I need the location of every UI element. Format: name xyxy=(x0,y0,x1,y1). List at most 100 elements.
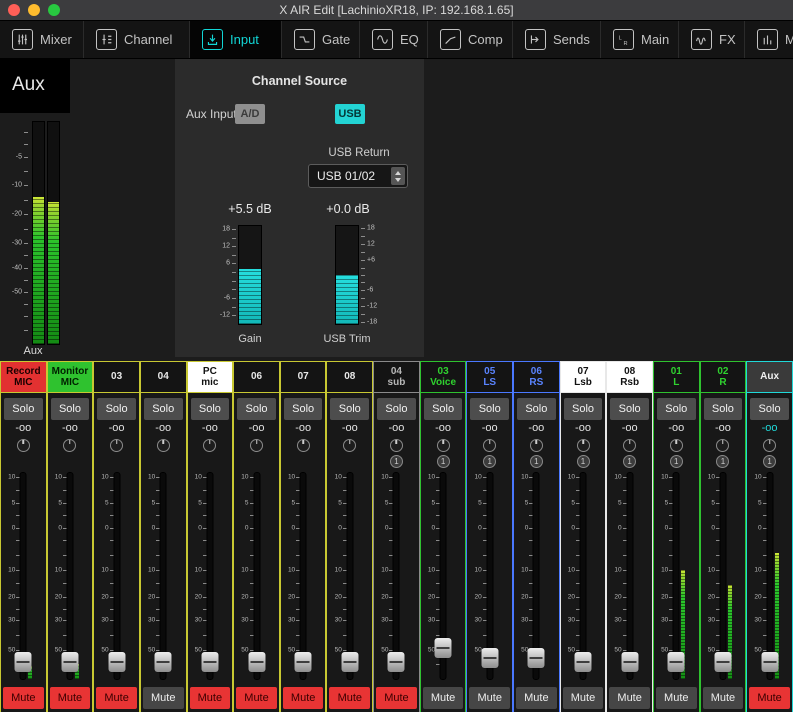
pan-knob[interactable] xyxy=(63,439,76,452)
fader-handle[interactable] xyxy=(201,652,218,672)
tab-comp[interactable]: Comp xyxy=(428,21,513,58)
usb-trim-meter[interactable] xyxy=(335,225,359,325)
fader-track[interactable] xyxy=(67,473,72,679)
solo-button[interactable]: Solo xyxy=(97,398,136,420)
channel-label[interactable]: 04sub xyxy=(374,362,419,393)
pan-knob[interactable] xyxy=(437,439,450,452)
channel-label[interactable]: RecordMIC xyxy=(1,362,46,393)
tab-mixer[interactable]: Mixer xyxy=(0,21,84,58)
mute-button[interactable]: Mute xyxy=(190,687,231,709)
mute-button[interactable]: Mute xyxy=(236,687,277,709)
usb-source-button[interactable]: USB xyxy=(335,104,365,124)
mute-button[interactable]: Mute xyxy=(563,687,604,709)
solo-button[interactable]: Solo xyxy=(564,398,603,420)
pan-knob[interactable] xyxy=(483,439,496,452)
mute-button[interactable]: Mute xyxy=(516,687,557,709)
fader-handle[interactable] xyxy=(761,652,778,672)
fader-handle[interactable] xyxy=(528,648,545,668)
solo-button[interactable]: Solo xyxy=(517,398,556,420)
pan-knob[interactable] xyxy=(297,439,310,452)
tab-sends[interactable]: Sends xyxy=(513,21,601,58)
fader-track[interactable] xyxy=(21,473,26,679)
fader-handle[interactable] xyxy=(15,652,32,672)
channel-label[interactable]: 01L xyxy=(654,362,699,393)
channel-label[interactable]: 05LS xyxy=(467,362,512,393)
solo-button[interactable]: Solo xyxy=(610,398,649,420)
fader-handle[interactable] xyxy=(155,652,172,672)
solo-button[interactable]: Solo xyxy=(424,398,463,420)
fader-track[interactable] xyxy=(347,473,352,679)
solo-button[interactable]: Solo xyxy=(470,398,509,420)
pan-knob[interactable] xyxy=(203,439,216,452)
pan-knob[interactable] xyxy=(763,439,776,452)
fader-track[interactable] xyxy=(301,473,306,679)
mute-button[interactable]: Mute xyxy=(423,687,464,709)
channel-label[interactable]: 02R xyxy=(701,362,746,393)
fader-handle[interactable] xyxy=(108,652,125,672)
fader-handle[interactable] xyxy=(714,652,731,672)
mute-button[interactable]: Mute xyxy=(50,687,91,709)
fader-handle[interactable] xyxy=(388,652,405,672)
pan-knob[interactable] xyxy=(110,439,123,452)
mute-button[interactable]: Mute xyxy=(609,687,650,709)
ad-source-button[interactable]: A/D xyxy=(235,104,265,124)
solo-button[interactable]: Solo xyxy=(144,398,183,420)
fader-track[interactable] xyxy=(767,473,772,679)
gain-meter[interactable] xyxy=(238,225,262,325)
pan-knob[interactable] xyxy=(577,439,590,452)
tab-main[interactable]: LRMain xyxy=(601,21,679,58)
fader-handle[interactable] xyxy=(341,652,358,672)
pan-knob[interactable] xyxy=(250,439,263,452)
solo-button[interactable]: Solo xyxy=(237,398,276,420)
channel-label[interactable]: 04 xyxy=(141,362,186,393)
solo-button[interactable]: Solo xyxy=(377,398,416,420)
solo-button[interactable]: Solo xyxy=(284,398,323,420)
fader-handle[interactable] xyxy=(248,652,265,672)
fader-track[interactable] xyxy=(627,473,632,679)
channel-label[interactable]: PCmic xyxy=(188,362,233,393)
fader-handle[interactable] xyxy=(295,652,312,672)
channel-label[interactable]: Aux xyxy=(747,362,792,393)
pan-knob[interactable] xyxy=(157,439,170,452)
mute-button[interactable]: Mute xyxy=(283,687,324,709)
tab-fx[interactable]: FX xyxy=(679,21,745,58)
channel-label[interactable]: 03Voice xyxy=(421,362,466,393)
mute-button[interactable]: Mute xyxy=(96,687,137,709)
pan-knob[interactable] xyxy=(343,439,356,452)
mute-button[interactable]: Mute xyxy=(3,687,44,709)
fader-handle[interactable] xyxy=(435,638,452,658)
pan-knob[interactable] xyxy=(390,439,403,452)
channel-label[interactable]: 08 xyxy=(327,362,372,393)
solo-button[interactable]: Solo xyxy=(704,398,743,420)
channel-label[interactable]: 06 xyxy=(234,362,279,393)
mute-button[interactable]: Mute xyxy=(749,687,790,709)
pan-knob[interactable] xyxy=(530,439,543,452)
fader-handle[interactable] xyxy=(668,652,685,672)
pan-knob[interactable] xyxy=(670,439,683,452)
solo-button[interactable]: Solo xyxy=(330,398,369,420)
solo-button[interactable]: Solo xyxy=(4,398,43,420)
fader-track[interactable] xyxy=(114,473,119,679)
fader-track[interactable] xyxy=(581,473,586,679)
fader-track[interactable] xyxy=(720,473,725,679)
fader-handle[interactable] xyxy=(621,652,638,672)
fader-track[interactable] xyxy=(207,473,212,679)
solo-button[interactable]: Solo xyxy=(191,398,230,420)
fader-handle[interactable] xyxy=(61,652,78,672)
channel-label[interactable]: 06RS xyxy=(514,362,559,393)
mute-button[interactable]: Mute xyxy=(469,687,510,709)
fader-track[interactable] xyxy=(254,473,259,679)
channel-label[interactable]: 03 xyxy=(94,362,139,393)
fader-track[interactable] xyxy=(674,473,679,679)
pan-knob[interactable] xyxy=(716,439,729,452)
fader-handle[interactable] xyxy=(575,652,592,672)
channel-label[interactable]: 08Rsb xyxy=(607,362,652,393)
tab-gate[interactable]: Gate xyxy=(282,21,360,58)
mute-button[interactable]: Mute xyxy=(329,687,370,709)
fader-handle[interactable] xyxy=(481,648,498,668)
channel-label[interactable]: 07Lsb xyxy=(561,362,606,393)
mute-button[interactable]: Mute xyxy=(143,687,184,709)
fader-track[interactable] xyxy=(394,473,399,679)
channel-label[interactable]: MonitorMIC xyxy=(48,362,93,393)
tab-eq[interactable]: EQ xyxy=(360,21,428,58)
